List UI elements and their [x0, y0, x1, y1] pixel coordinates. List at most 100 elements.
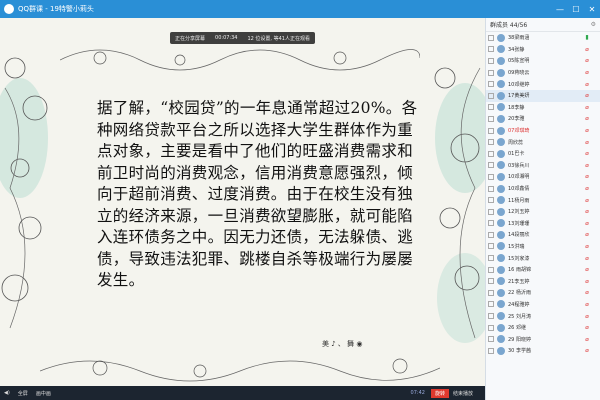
- microphone-muted-icon[interactable]: ⌀: [583, 92, 591, 99]
- member-row[interactable]: 12刘玉婷 ⌀: [486, 206, 600, 218]
- volume-icon[interactable]: ◀): [4, 390, 10, 396]
- member-row[interactable]: 38梁雨涵 ▮: [486, 32, 600, 44]
- member-row[interactable]: 10邓鑫倩 ⌀: [486, 183, 600, 195]
- microphone-muted-icon[interactable]: ⌀: [583, 69, 591, 76]
- member-row[interactable]: 11杨月雨 ⌀: [486, 194, 600, 206]
- microphone-muted-icon[interactable]: ⌀: [583, 185, 591, 192]
- member-row[interactable]: 05陈宣明 ⌀: [486, 55, 600, 67]
- member-row[interactable]: 16 雨胡锦 ⌀: [486, 264, 600, 276]
- avatar: [497, 219, 505, 228]
- select-checkbox[interactable]: [488, 231, 494, 238]
- select-checkbox[interactable]: [488, 278, 494, 285]
- select-checkbox[interactable]: [488, 301, 494, 308]
- member-row[interactable]: 09蒋晓云 ⌀: [486, 67, 600, 79]
- select-checkbox[interactable]: [488, 150, 494, 157]
- select-checkbox[interactable]: [488, 81, 494, 88]
- select-checkbox[interactable]: [488, 324, 494, 331]
- select-checkbox[interactable]: [488, 347, 494, 354]
- select-checkbox[interactable]: [488, 162, 494, 169]
- member-name: 26 邓继: [508, 325, 526, 332]
- member-row[interactable]: 30 李学茜 ⌀: [486, 345, 600, 357]
- end-playback-button[interactable]: 结束播放: [453, 390, 473, 397]
- member-name: 29 阳晓婷: [508, 336, 531, 343]
- member-row[interactable]: 03徐兵川 ⌀: [486, 160, 600, 172]
- select-checkbox[interactable]: [488, 266, 494, 273]
- microphone-muted-icon[interactable]: ⌀: [583, 278, 591, 285]
- microphone-muted-icon[interactable]: ⌀: [583, 208, 591, 215]
- microphone-muted-icon[interactable]: ⌀: [583, 301, 591, 308]
- microphone-muted-icon[interactable]: ⌀: [583, 255, 591, 262]
- member-row[interactable]: 01巴卡 ⌀: [486, 148, 600, 160]
- microphone-muted-icon[interactable]: ⌀: [583, 46, 591, 53]
- microphone-muted-icon[interactable]: ⌀: [583, 197, 591, 204]
- member-row[interactable]: 10邓继婷 ⌀: [486, 78, 600, 90]
- select-checkbox[interactable]: [488, 115, 494, 122]
- member-row[interactable]: 13刘珊珊 ⌀: [486, 218, 600, 230]
- microphone-muted-icon[interactable]: ⌀: [583, 289, 591, 296]
- member-row[interactable]: 29 阳晓婷 ⌀: [486, 333, 600, 345]
- microphone-muted-icon[interactable]: ⌀: [583, 243, 591, 250]
- member-row[interactable]: 15刘家漆 ⌀: [486, 252, 600, 264]
- member-row[interactable]: 14段丽欣 ⌀: [486, 229, 600, 241]
- minimize-icon[interactable]: —: [552, 0, 568, 18]
- select-checkbox[interactable]: [488, 208, 494, 215]
- member-list: 38梁雨涵 ▮ 34张静 ⌀ 05陈宣明 ⌀ 09蒋晓云 ⌀ 10邓继婷 ⌀ 17黄美妍 ⌀ 18李静 ⌀…: [486, 32, 600, 357]
- microphone-muted-icon[interactable]: ⌀: [583, 57, 591, 64]
- member-row[interactable]: 22 杨沂雨 ⌀: [486, 287, 600, 299]
- select-checkbox[interactable]: [488, 255, 494, 262]
- member-name: 16 雨胡锦: [508, 267, 531, 274]
- microphone-muted-icon[interactable]: ⌀: [583, 81, 591, 88]
- microphone-muted-icon[interactable]: ⌀: [583, 266, 591, 273]
- rotate-button[interactable]: 旋转: [430, 388, 449, 398]
- share-status: 正在分享屏幕: [175, 35, 206, 42]
- select-checkbox[interactable]: [488, 46, 494, 53]
- select-checkbox[interactable]: [488, 57, 494, 64]
- microphone-muted-icon[interactable]: ⌀: [583, 220, 591, 227]
- select-checkbox[interactable]: [488, 220, 494, 227]
- microphone-muted-icon[interactable]: ⌀: [583, 115, 591, 122]
- select-checkbox[interactable]: [488, 34, 494, 41]
- picture-in-picture-button[interactable]: 画中画: [36, 390, 51, 397]
- member-row[interactable]: 20李雅 ⌀: [486, 113, 600, 125]
- close-icon[interactable]: ✕: [584, 0, 600, 18]
- microphone-muted-icon[interactable]: ⌀: [583, 139, 591, 146]
- maximize-icon[interactable]: ☐: [568, 0, 584, 18]
- fullscreen-button[interactable]: 全屏: [18, 390, 28, 397]
- select-checkbox[interactable]: [488, 336, 494, 343]
- member-row[interactable]: 15洪瑞 ⌀: [486, 241, 600, 253]
- select-checkbox[interactable]: [488, 173, 494, 180]
- microphone-muted-icon[interactable]: ⌀: [583, 104, 591, 111]
- member-row[interactable]: 25 刘月涛 ⌀: [486, 310, 600, 322]
- member-row[interactable]: 17黄美妍 ⌀: [486, 89, 600, 102]
- select-checkbox[interactable]: [488, 92, 494, 99]
- member-row[interactable]: 21李玉婷 ⌀: [486, 275, 600, 287]
- microphone-muted-icon[interactable]: ⌀: [583, 173, 591, 180]
- settings-icon[interactable]: ⚙: [591, 21, 596, 28]
- member-row[interactable]: 周欣蕊 ⌀: [486, 136, 600, 148]
- microphone-muted-icon[interactable]: ⌀: [583, 336, 591, 343]
- member-row[interactable]: 34张静 ⌀: [486, 44, 600, 56]
- select-checkbox[interactable]: [488, 139, 494, 146]
- microphone-muted-icon[interactable]: ⌀: [583, 347, 591, 354]
- select-checkbox[interactable]: [488, 185, 494, 192]
- member-row[interactable]: 26 邓继 ⌀: [486, 322, 600, 334]
- select-checkbox[interactable]: [488, 104, 494, 111]
- microphone-muted-icon[interactable]: ⌀: [583, 231, 591, 238]
- microphone-muted-icon[interactable]: ⌀: [583, 324, 591, 331]
- member-row[interactable]: 07邓琪琦 ⌀: [486, 125, 600, 137]
- microphone-muted-icon[interactable]: ⌀: [583, 162, 591, 169]
- member-name: 13刘珊珊: [508, 220, 530, 227]
- member-row[interactable]: 10邓湘明 ⌀: [486, 171, 600, 183]
- microphone-muted-icon[interactable]: ⌀: [583, 127, 591, 134]
- select-checkbox[interactable]: [488, 313, 494, 320]
- select-checkbox[interactable]: [488, 69, 494, 76]
- microphone-muted-icon[interactable]: ⌀: [583, 150, 591, 157]
- select-checkbox[interactable]: [488, 289, 494, 296]
- select-checkbox[interactable]: [488, 197, 494, 204]
- microphone-icon[interactable]: ▮: [583, 34, 591, 41]
- member-row[interactable]: 24程雅婷 ⌀: [486, 299, 600, 311]
- microphone-muted-icon[interactable]: ⌀: [583, 313, 591, 320]
- member-row[interactable]: 18李静 ⌀: [486, 102, 600, 114]
- select-checkbox[interactable]: [488, 127, 494, 134]
- select-checkbox[interactable]: [488, 243, 494, 250]
